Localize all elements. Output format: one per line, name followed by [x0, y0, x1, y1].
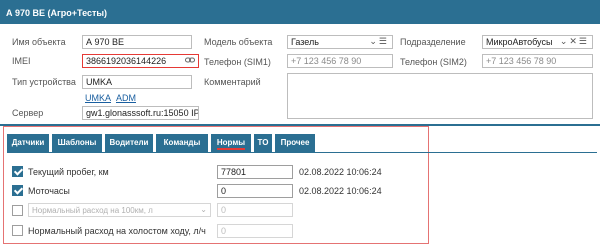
- tab-sensors[interactable]: Датчики: [7, 134, 49, 152]
- tab-templates[interactable]: Шаблоны: [52, 134, 102, 152]
- chevron-down-icon[interactable]: ⌄: [369, 36, 379, 46]
- consumption-100km-select[interactable]: Нормальный расход на 100км, л ⌄: [28, 203, 211, 217]
- server-input[interactable]: gw1.glonasssoft.ru:15050 IP: [82, 106, 199, 120]
- link-umka[interactable]: UMKA: [85, 93, 111, 103]
- tab-other[interactable]: Прочее: [275, 134, 315, 152]
- consumption-100km-checkbox[interactable]: [12, 205, 23, 216]
- idle-consumption-checkbox[interactable]: [12, 225, 23, 236]
- object-name-label: Имя объекта: [12, 37, 66, 47]
- engine-hours-checkbox[interactable]: [12, 185, 23, 196]
- window-title: А 970 ВЕ (Агро+Тесты): [0, 0, 600, 24]
- imei-label: IMEI: [12, 56, 31, 66]
- tab-norms-label: Нормы: [216, 138, 246, 150]
- device-type-select[interactable]: UMKA: [82, 75, 192, 89]
- tab-maintenance[interactable]: ТО: [254, 134, 272, 152]
- model-value: Газель: [291, 37, 319, 47]
- consumption-100km-label: Нормальный расход на 100км, л: [32, 206, 153, 215]
- consumption-100km-input[interactable]: 0: [217, 203, 293, 217]
- mileage-timestamp: 02.08.2022 10:06:24: [299, 167, 382, 177]
- mileage-checkbox[interactable]: [12, 166, 23, 177]
- division-value: МикроАвтобусы: [486, 37, 553, 47]
- close-icon[interactable]: ✕: [569, 36, 579, 46]
- model-select[interactable]: Газель ⌄☰: [287, 35, 393, 49]
- link-adm[interactable]: ADM: [116, 93, 136, 103]
- comment-label: Комментарий: [204, 77, 261, 87]
- phone1-label: Телефон (SIM1): [204, 57, 271, 67]
- engine-hours-timestamp: 02.08.2022 10:06:24: [299, 186, 382, 196]
- tab-drivers[interactable]: Водители: [105, 134, 153, 152]
- phone1-input[interactable]: +7 123 456 78 90: [287, 54, 393, 68]
- model-controls[interactable]: ⌄☰: [369, 36, 389, 47]
- device-type-label: Тип устройства: [12, 77, 76, 87]
- engine-hours-label: Моточасы: [28, 186, 70, 196]
- comment-textarea[interactable]: [287, 73, 593, 119]
- division-select[interactable]: МикроАвтобусы ⌄✕☰: [482, 35, 593, 49]
- idle-consumption-label: Нормальный расход на холостом ходу, л/ч: [28, 226, 206, 236]
- object-name-input[interactable]: А 970 ВЕ: [82, 35, 192, 49]
- mileage-input[interactable]: 77801: [217, 165, 293, 179]
- phone2-input[interactable]: +7 123 456 78 90: [482, 54, 593, 68]
- tab-underline: [7, 152, 597, 153]
- model-label: Модель объекта: [204, 37, 273, 47]
- imei-input[interactable]: 3866192036144226: [82, 54, 199, 68]
- tab-norms[interactable]: Нормы: [211, 134, 251, 152]
- server-label: Сервер: [12, 108, 44, 118]
- link-icon[interactable]: [185, 55, 195, 67]
- phone2-label: Телефон (SIM2): [400, 57, 467, 67]
- idle-consumption-input[interactable]: 0: [217, 224, 293, 238]
- division-label: Подразделение: [400, 37, 466, 47]
- chevron-down-icon[interactable]: ⌄: [560, 36, 570, 46]
- engine-hours-input[interactable]: 0: [217, 184, 293, 198]
- mileage-label: Текущий пробег, км: [28, 167, 109, 177]
- tab-commands[interactable]: Команды: [156, 134, 208, 152]
- chevron-down-icon: ⌄: [200, 205, 207, 214]
- imei-value: 3866192036144226: [86, 56, 167, 66]
- division-controls[interactable]: ⌄✕☰: [557, 36, 589, 47]
- menu-icon[interactable]: ☰: [579, 36, 589, 46]
- menu-icon[interactable]: ☰: [379, 36, 389, 46]
